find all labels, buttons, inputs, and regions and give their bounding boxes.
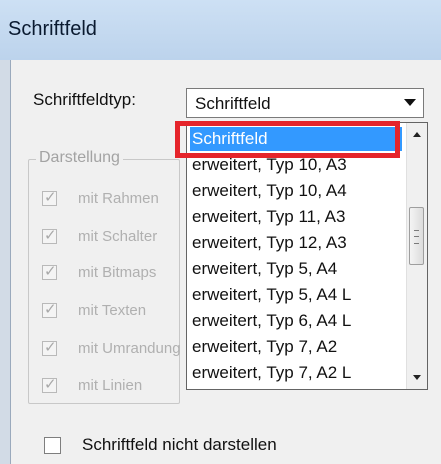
dropdown-option[interactable]: erweitert, Typ 6, A4 L [190, 309, 402, 333]
checkmark-icon: ✓ [44, 227, 57, 244]
display-option-label: mit Schalter [78, 228, 158, 245]
scroll-up-arrow-icon[interactable] [409, 127, 425, 143]
dropdown-option[interactable]: erweitert, Typ 10, A4 [190, 179, 402, 203]
title-bar[interactable]: Schriftfeld [0, 0, 441, 60]
checkbox-disabled: ✓ [42, 263, 57, 280]
dropdown-option[interactable]: erweitert, Typ 5, A4 [190, 257, 402, 281]
checkbox-disabled: ✓ [42, 189, 57, 206]
display-option-label: mit Linien [78, 377, 143, 394]
display-option-label: mit Umrandung [78, 340, 181, 357]
checkbox-disabled: ✓ [42, 376, 57, 393]
group-legend: Darstellung [36, 149, 123, 167]
chevron-down-icon[interactable] [403, 95, 417, 109]
display-option-label: mit Texten [78, 302, 147, 319]
hide-title-block-label: Schriftfeld nicht darstellen [82, 435, 277, 454]
highlight-annotation [175, 121, 400, 158]
checkmark-icon: ✓ [44, 376, 57, 393]
scroll-thumb[interactable] [409, 207, 424, 265]
checkmark-icon: ✓ [44, 301, 57, 318]
type-label: Schriftfeldtyp: [33, 90, 136, 109]
display-option-label: mit Rahmen [78, 190, 159, 207]
dropdown-option[interactable]: erweitert, Typ 7, A2 L [190, 361, 402, 385]
dropdown-option[interactable]: erweitert, Typ 7, A2 [190, 335, 402, 359]
hide-title-block-checkbox[interactable] [44, 437, 61, 454]
dropdown-scrollbar[interactable] [406, 123, 427, 389]
type-dropdown-list[interactable]: Schriftfeld erweitert, Typ 10, A3 erweiter… [186, 122, 428, 390]
display-option-label: mit Bitmaps [78, 264, 157, 281]
dropdown-option[interactable]: erweitert, Typ 5, A4 L [190, 283, 402, 307]
checkmark-icon: ✓ [44, 263, 57, 280]
checkbox-disabled: ✓ [42, 301, 57, 318]
checkmark-icon: ✓ [44, 189, 57, 206]
checkbox-disabled: ✓ [42, 227, 57, 244]
grip-icon [414, 230, 419, 244]
checkbox-disabled: ✓ [42, 339, 57, 356]
scroll-down-arrow-icon[interactable] [409, 369, 425, 385]
checkmark-icon: ✓ [44, 339, 57, 356]
window-title: Schriftfeld [8, 18, 97, 40]
combo-selected-value: Schriftfeld [195, 94, 271, 113]
dropdown-option[interactable]: erweitert, Typ 11, A3 [190, 205, 402, 229]
dropdown-option[interactable]: erweitert, Typ 12, A3 [190, 231, 402, 255]
type-combobox[interactable]: Schriftfeld [186, 88, 424, 118]
